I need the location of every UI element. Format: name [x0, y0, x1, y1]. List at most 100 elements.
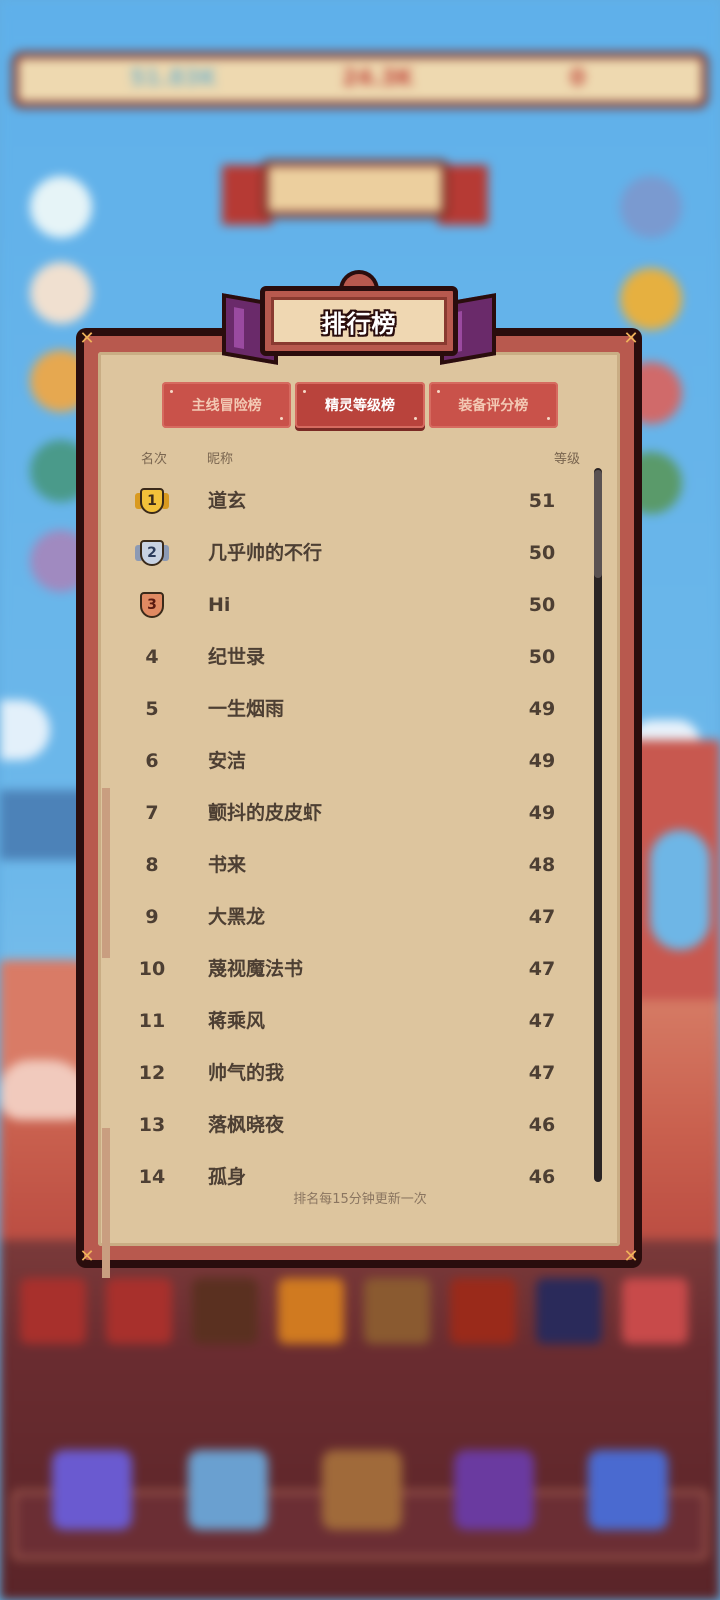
bronze-medal-icon: 3: [112, 579, 192, 631]
tab-equipment-score[interactable]: 装备评分榜: [428, 382, 558, 428]
rank-column-header: 名次: [141, 452, 168, 467]
skill-slot[interactable]: [20, 1278, 86, 1344]
gold-medal-icon: 1: [112, 475, 192, 527]
player-name: 纪世录: [208, 646, 266, 668]
rank-number: 10: [138, 958, 166, 980]
rank-number: 4: [145, 646, 159, 668]
name-column-header: 昵称: [207, 452, 234, 467]
player-level: 50: [528, 542, 556, 564]
ranking-row[interactable]: 2 几乎帅的不行 50: [112, 527, 598, 579]
ranking-row[interactable]: 1 道玄 51: [112, 475, 598, 527]
player-level: 50: [528, 594, 556, 616]
player-level: 48: [528, 854, 556, 876]
player-level: 47: [528, 906, 556, 928]
player-level: 47: [528, 958, 556, 980]
ranking-row[interactable]: 7 颤抖的皮皮虾 49: [112, 787, 598, 839]
ranking-list: 1 道玄 51 2 几乎帅的不行 50 3 Hi 50 4 纪世录 50 5 一生烟雨 49 6 安洁 49 7 颤抖…: [112, 475, 598, 1203]
rank-number: 6: [145, 750, 159, 772]
player-name: 蔑视魔法书: [208, 958, 304, 980]
tab-main-adventure[interactable]: 主线冒险榜: [162, 382, 292, 428]
rock-arch-gap: [650, 830, 710, 950]
corner-ornament: ✕: [79, 1246, 95, 1267]
leaderboard-tabs: 主线冒险榜 精灵等级榜 装备评分榜: [162, 382, 558, 430]
panel-title-plaque: 排行榜: [222, 270, 496, 366]
player-level: 49: [528, 750, 556, 772]
ranking-row[interactable]: 13 落枫晓夜 46: [112, 1099, 598, 1151]
player-name: 大黑龙: [208, 906, 266, 928]
ranking-row[interactable]: 11 蒋乘风 47: [112, 995, 598, 1047]
guardian-nav-icon[interactable]: [322, 1450, 402, 1530]
player-name: 几乎帅的不行: [208, 542, 323, 564]
ticket-amount: 0: [570, 66, 586, 91]
ranking-row[interactable]: 5 一生烟雨 49: [112, 683, 598, 735]
corner-ornament: ✕: [79, 328, 95, 349]
skill-slot[interactable]: [192, 1278, 258, 1344]
level-column-header: 等级: [554, 452, 581, 467]
rank-number: 9: [145, 906, 159, 928]
silver-medal-icon: 2: [135, 537, 169, 569]
player-name: 帅气的我: [208, 1062, 285, 1084]
gold-amount: 51.83K: [130, 66, 217, 91]
title-plaque: 排行榜: [260, 286, 458, 356]
gem-amount: 24.3K: [342, 66, 414, 91]
player-name: 颤抖的皮皮虾: [208, 802, 323, 824]
player-level: 51: [528, 490, 556, 512]
ranking-row[interactable]: 10 蔑视魔法书 47: [112, 943, 598, 995]
ranking-row[interactable]: 4 纪世录 50: [112, 631, 598, 683]
rank-number: 5: [145, 698, 159, 720]
player-level: 46: [528, 1114, 556, 1136]
rank-number: 12: [138, 1062, 166, 1084]
player-level: 49: [528, 698, 556, 720]
skill-slot[interactable]: [536, 1278, 602, 1344]
leaderboard-icon[interactable]: [620, 176, 682, 238]
profile-icon[interactable]: [30, 262, 92, 324]
player-name: 一生烟雨: [208, 698, 285, 720]
rank-number: 7: [145, 802, 159, 824]
skill-slot[interactable]: [278, 1278, 344, 1344]
skill-slot[interactable]: [364, 1278, 430, 1344]
skill-bar: [20, 1278, 688, 1344]
player-name: Hi: [208, 594, 231, 616]
tab-spirit-level[interactable]: 精灵等级榜: [295, 382, 425, 428]
achievement-icon[interactable]: [620, 268, 682, 330]
corner-ornament: ✕: [623, 328, 639, 349]
skill-slot[interactable]: [106, 1278, 172, 1344]
treasure-nav-icon[interactable]: [454, 1450, 534, 1530]
rank-number: 8: [145, 854, 159, 876]
medal-rank-number: 1: [140, 488, 164, 514]
ranking-row[interactable]: 6 安洁 49: [112, 735, 598, 787]
parchment-edge: [102, 788, 110, 958]
corner-ornament: ✕: [623, 1246, 639, 1267]
gold-medal-icon: 1: [135, 485, 169, 517]
ranking-row[interactable]: 3 Hi 50: [112, 579, 598, 631]
stage-level-plaque[interactable]: [262, 160, 448, 218]
player-name: 安洁: [208, 750, 247, 772]
player-level: 49: [528, 802, 556, 824]
update-note: 排名每15分钟更新一次: [293, 1192, 427, 1207]
rank-number: 11: [138, 1010, 166, 1032]
scrollbar-thumb[interactable]: [594, 470, 602, 578]
player-level: 47: [528, 1062, 556, 1084]
ranking-row[interactable]: 8 书来 48: [112, 839, 598, 891]
ranking-row[interactable]: 12 帅气的我 47: [112, 1047, 598, 1099]
spirit-nav-icon[interactable]: [188, 1450, 268, 1530]
player-name: 落枫晓夜: [208, 1114, 285, 1136]
player-name: 蒋乘风: [208, 1010, 266, 1032]
skill-slot[interactable]: [450, 1278, 516, 1344]
scrollbar[interactable]: [594, 468, 602, 1182]
player-level: 50: [528, 646, 556, 668]
player-level: 47: [528, 1010, 556, 1032]
rank-number: 13: [138, 1114, 166, 1136]
medal-rank-number: 2: [140, 540, 164, 566]
medal-rank-number: 3: [140, 592, 164, 618]
silver-medal-icon: 2: [112, 527, 192, 579]
magic-book-nav-icon[interactable]: [52, 1450, 132, 1530]
world-nav-icon[interactable]: [588, 1450, 668, 1530]
panel-title: 排行榜: [321, 309, 397, 338]
skill-slot[interactable]: [622, 1278, 688, 1344]
ranking-row[interactable]: 9 大黑龙 47: [112, 891, 598, 943]
player-name: 道玄: [208, 490, 247, 512]
player-name: 书来: [208, 854, 247, 876]
bronze-medal-icon: 3: [135, 589, 169, 621]
taptap-icon[interactable]: [30, 176, 92, 238]
